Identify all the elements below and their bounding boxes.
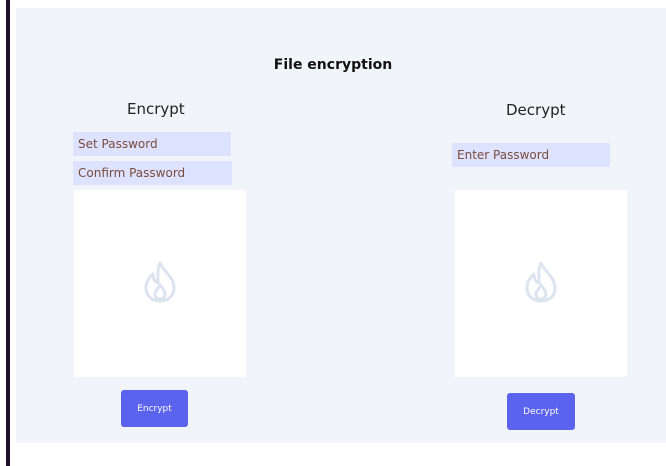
encrypt-button[interactable]: Encrypt <box>121 390 188 427</box>
encrypt-file-dropzone[interactable] <box>74 190 246 377</box>
decrypt-heading: Decrypt <box>506 101 566 119</box>
confirm-password-field[interactable] <box>73 161 232 185</box>
encrypt-heading: Encrypt <box>127 100 185 118</box>
decrypt-button[interactable]: Decrypt <box>507 393 575 430</box>
decrypt-file-dropzone[interactable] <box>455 190 627 377</box>
set-password-field[interactable] <box>73 132 231 156</box>
flame-icon <box>142 260 178 308</box>
flame-icon <box>523 260 559 308</box>
page-title: File encryption <box>273 57 393 73</box>
enter-password-field[interactable] <box>452 143 610 167</box>
